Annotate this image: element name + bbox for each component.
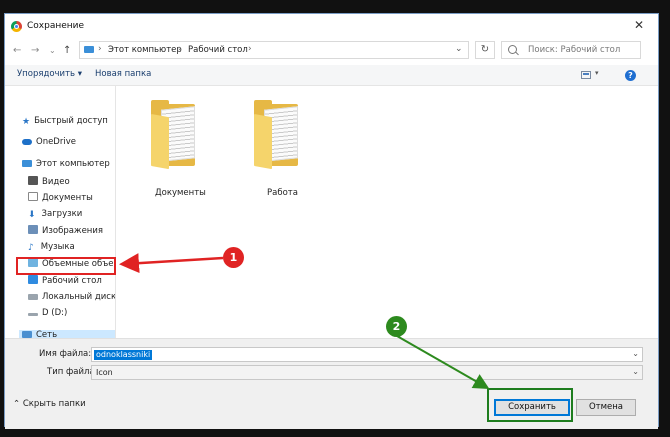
up-icon[interactable]: ↑	[63, 45, 71, 56]
chevron-down-icon[interactable]: ▾	[595, 69, 599, 77]
folder-label: Работа	[267, 188, 298, 198]
desktop-icon	[28, 275, 38, 284]
window-title: Сохранение	[27, 21, 85, 31]
sidebar-item-label: Сеть	[36, 330, 58, 338]
chevron-right-icon[interactable]: ›	[98, 44, 102, 54]
sidebar-item-label: Локальный диск (C	[42, 292, 116, 302]
address-bar[interactable]: › Этот компьютер › Рабочий стол ›	[79, 41, 469, 59]
sidebar-item-label: D (D:)	[42, 308, 68, 318]
filename-label: Имя файла:	[39, 349, 92, 359]
chrome-icon	[11, 21, 22, 32]
hide-folders-label: Скрыть папки	[22, 399, 86, 409]
step-badge-1: 1	[223, 247, 244, 268]
navigation-pane: ★ Быстрый доступ OneDrive Этот компьютер …	[5, 86, 116, 338]
close-icon[interactable]: ✕	[634, 18, 644, 32]
network-icon	[22, 331, 32, 338]
sidebar-item-quick-access[interactable]: ★ Быстрый доступ	[22, 116, 108, 127]
filetype-value: Icon	[96, 368, 113, 377]
forward-icon[interactable]: →	[31, 45, 39, 56]
download-icon: ⬇	[28, 210, 36, 220]
sidebar-item-this-pc[interactable]: Этот компьютер	[22, 159, 110, 169]
folder-documents[interactable]	[147, 100, 203, 170]
sidebar-item-label: Изображения	[42, 226, 104, 236]
cancel-button[interactable]: Отмена	[576, 399, 636, 416]
star-icon: ★	[22, 117, 31, 127]
sidebar-item-label: Этот компьютер	[36, 159, 110, 169]
cloud-icon	[22, 139, 32, 145]
breadcrumb-desktop[interactable]: Рабочий стол	[188, 45, 248, 55]
sidebar-item-label: OneDrive	[36, 137, 76, 147]
sidebar-item-label: Документы	[42, 193, 93, 203]
drive-icon	[28, 313, 38, 316]
sidebar-item-label: Видео	[42, 177, 70, 187]
new-folder-button[interactable]: Новая папка	[95, 69, 151, 79]
chevron-right-icon[interactable]: ›	[178, 44, 182, 54]
command-bar: Упорядочить ▾ Новая папка ▾ ?	[5, 65, 658, 86]
computer-icon	[22, 160, 32, 167]
sidebar-item-music[interactable]: ♪ Музыка	[28, 242, 75, 253]
chevron-right-icon[interactable]: ›	[248, 44, 252, 54]
chevron-down-icon[interactable]: ⌄	[632, 349, 639, 358]
back-icon[interactable]: ←	[13, 45, 21, 56]
video-icon	[28, 176, 38, 185]
sidebar-item-onedrive[interactable]: OneDrive	[22, 137, 76, 147]
title-bar: Сохранение ✕	[5, 14, 658, 40]
documents-icon	[28, 192, 38, 201]
view-options-icon[interactable]	[581, 71, 591, 79]
folder-work[interactable]	[250, 100, 306, 170]
address-dropdown-icon[interactable]: ⌄	[455, 44, 463, 54]
highlight-desktop	[16, 257, 116, 275]
filetype-select[interactable]: Icon ⌄	[91, 365, 643, 380]
chevron-down-icon[interactable]: ⌄	[632, 367, 639, 376]
sidebar-item-documents[interactable]: Документы	[28, 192, 93, 203]
organize-button[interactable]: Упорядочить ▾	[17, 69, 82, 79]
sidebar-item-pictures[interactable]: Изображения	[28, 225, 103, 236]
folder-label: Документы	[155, 188, 206, 198]
filename-value: odnoklassniki	[94, 350, 153, 360]
search-box[interactable]: Поиск: Рабочий стол	[501, 41, 641, 59]
sidebar-item-label: Рабочий стол	[42, 276, 102, 286]
music-icon: ♪	[28, 243, 34, 253]
sidebar-item-network[interactable]: Сеть	[22, 330, 57, 338]
save-dialog: Сохранение ✕ ← → ⌄ ↑ › Этот компьютер › …	[4, 13, 659, 429]
refresh-icon[interactable]: ↻	[475, 41, 495, 59]
help-icon[interactable]: ?	[625, 70, 636, 81]
recent-chevron-icon[interactable]: ⌄	[49, 46, 56, 55]
sidebar-item-desktop[interactable]: Рабочий стол	[28, 275, 102, 286]
computer-icon	[84, 46, 94, 53]
drive-icon	[28, 294, 38, 300]
sidebar-item-disk-d[interactable]: D (D:)	[28, 308, 67, 318]
filename-input[interactable]: odnoklassniki ⌄	[91, 347, 643, 362]
sidebar-item-downloads[interactable]: ⬇ Загрузки	[28, 209, 83, 220]
breadcrumb-this-pc[interactable]: Этот компьютер	[108, 45, 182, 55]
chevron-up-icon: ⌃	[13, 399, 21, 409]
sidebar-item-local-disk-c[interactable]: Локальный диск (C	[28, 292, 116, 302]
filetype-label: Тип файла:	[47, 367, 98, 377]
hide-folders-button[interactable]: ⌃ Скрыть папки	[13, 399, 86, 409]
sidebar-item-video[interactable]: Видео	[28, 176, 70, 187]
image-icon	[28, 225, 38, 234]
step-badge-2: 2	[386, 316, 407, 337]
sidebar-item-label: Загрузки	[41, 209, 83, 219]
sidebar-item-label: Музыка	[40, 242, 75, 252]
search-input[interactable]: Поиск: Рабочий стол	[528, 45, 620, 55]
highlight-save-button	[487, 388, 573, 422]
sidebar-item-label: Быстрый доступ	[34, 116, 108, 126]
search-icon	[508, 45, 517, 54]
